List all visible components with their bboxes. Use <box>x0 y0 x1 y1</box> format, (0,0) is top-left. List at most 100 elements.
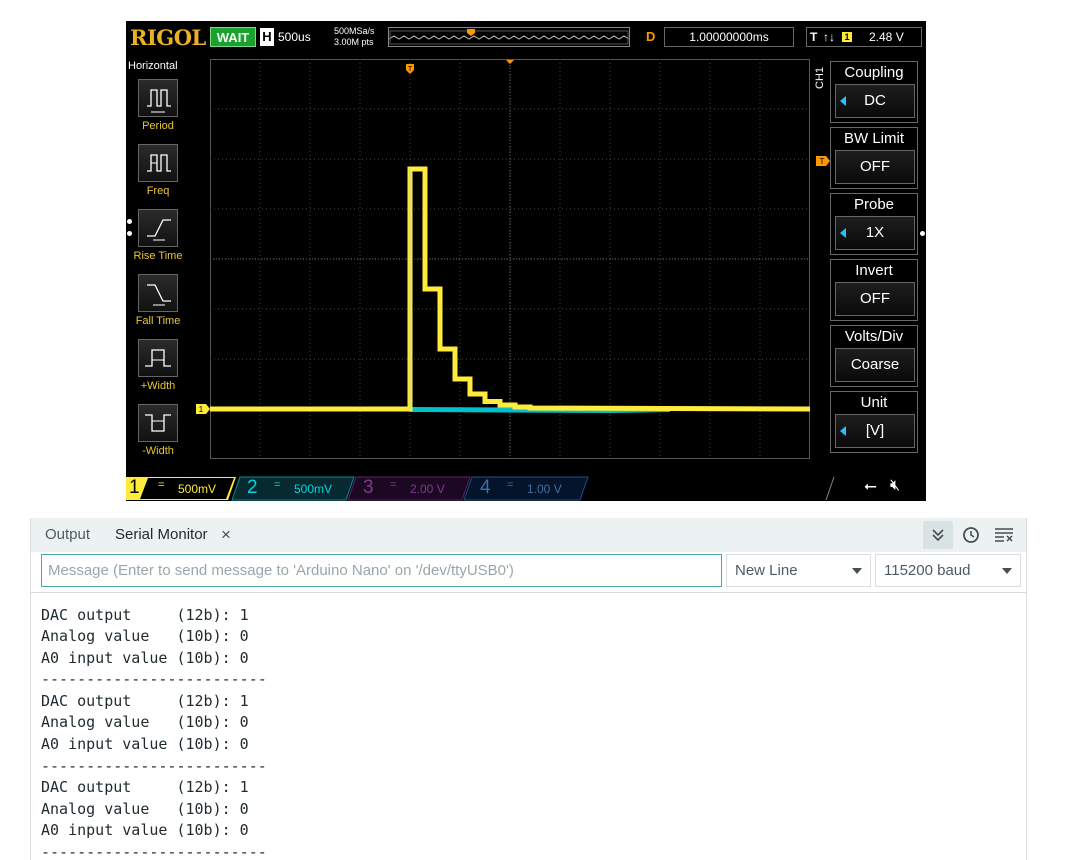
close-icon[interactable]: × <box>221 525 231 545</box>
menu-title: BW Limit <box>844 130 904 147</box>
rise-time-icon <box>138 209 178 247</box>
output-line: Analog value (10b): 0 <box>41 800 249 818</box>
speaker-mute-icon[interactable]: 🔇︎ <box>890 477 900 495</box>
run-status-badge: WAIT <box>210 27 256 47</box>
acquisition-info: 500MSa/s 3.00M pts <box>334 26 386 50</box>
measure-freq[interactable]: Freq <box>126 144 190 204</box>
output-line: ------------------------- <box>41 757 267 775</box>
trigger-info: T ↑↓ 1 2.48 V <box>806 27 922 47</box>
ch1-ground-marker <box>196 404 210 414</box>
channel-1-coupling: = <box>158 479 165 491</box>
delay-value: 1.00000000ms <box>664 27 794 47</box>
panel-tab-bar: Output Serial Monitor × <box>31 518 1026 552</box>
menu-page-dot <box>920 231 925 236</box>
measure-rise-time[interactable]: Rise Time <box>126 209 190 269</box>
trigger-marker-label: T <box>408 66 413 73</box>
memory-overview-waveform <box>388 29 630 45</box>
timestamp-toggle-button[interactable] <box>959 523 983 547</box>
measure-label: -Width <box>142 445 174 457</box>
output-line: Analog value (10b): 0 <box>41 713 249 731</box>
output-line: Analog value (10b): 0 <box>41 627 249 645</box>
menu-value-text: 1X <box>865 224 885 241</box>
period-icon <box>138 79 178 117</box>
measure-pos-width[interactable]: +Width <box>126 339 190 399</box>
measure-neg-width[interactable]: -Width <box>126 404 190 464</box>
channel-2-number[interactable]: 2 <box>247 477 258 499</box>
menu-value-text: OFF <box>860 158 890 175</box>
usb-icon: ⭠ <box>864 478 877 495</box>
horizontal-tag: H <box>260 28 274 46</box>
message-input[interactable] <box>41 554 722 587</box>
channel-1-scale: 500mV <box>178 482 217 496</box>
memory-overview-bar <box>388 27 630 47</box>
ch1-trace <box>210 166 810 412</box>
menu-value: 1X <box>835 216 915 250</box>
menu-title: Invert <box>855 262 893 279</box>
tab-serial-monitor[interactable]: Serial Monitor <box>115 526 208 543</box>
channel-2-scale: 500mV <box>294 482 333 496</box>
horizontal-measure-menu: Horizontal Period Freq Rise Time Fall Ti… <box>126 58 190 473</box>
measure-label: Fall Time <box>135 315 181 327</box>
channel-menu-label: CH1 <box>814 66 826 89</box>
volts-div-menu[interactable]: Volts/Div Coarse <box>830 325 918 387</box>
bw-limit-menu[interactable]: BW Limit OFF <box>830 127 918 189</box>
probe-menu[interactable]: Probe 1X <box>830 193 918 255</box>
menu-value: [V] <box>835 414 915 448</box>
channel-3-scale: 2.00 V <box>410 482 445 496</box>
ch1-ground-label: 1 <box>199 405 204 414</box>
horizontal-menu-title: Horizontal <box>128 60 178 72</box>
channel-4-number[interactable]: 4 <box>480 477 491 499</box>
memory-depth: 3.00M pts <box>334 37 374 47</box>
channel-4-scale: 1.00 V <box>527 482 562 496</box>
menu-title: Unit <box>860 394 888 411</box>
delay-tag: D <box>646 29 656 44</box>
trigger-source: 1 <box>842 32 852 42</box>
coupling-menu[interactable]: Coupling DC <box>830 61 918 123</box>
channel-status-bar: 1 = 500mV 2 = 500mV 3 = 2.00 V 4 = 1.00 … <box>126 476 926 501</box>
output-line: ------------------------- <box>41 843 267 860</box>
menu-value: DC <box>835 84 915 118</box>
dropdown-caret-icon <box>852 568 862 574</box>
baud-rate-select[interactable]: 115200 baud <box>875 554 1021 587</box>
dropdown-caret-icon <box>1002 568 1012 574</box>
menu-value: OFF <box>835 282 915 316</box>
menu-page-dot <box>127 219 132 224</box>
menu-value-text: [V] <box>865 422 885 439</box>
trigger-level-marker-tip <box>820 157 828 166</box>
measure-fall-time[interactable]: Fall Time <box>126 274 190 334</box>
clear-output-button[interactable] <box>991 523 1017 547</box>
menu-value-text: Coarse <box>850 356 900 373</box>
menu-value-text: OFF <box>860 290 890 307</box>
output-line: A0 input value (10b): 0 <box>41 735 249 753</box>
line-ending-value: New Line <box>735 562 798 579</box>
trigger-tag: T <box>810 30 818 44</box>
output-line: DAC output (12b): 1 <box>41 778 249 796</box>
measure-label: Period <box>142 120 174 132</box>
clear-list-icon <box>995 528 1013 542</box>
channel-3-number[interactable]: 3 <box>363 477 374 499</box>
menu-page-dot <box>127 231 132 236</box>
autoscroll-toggle-button[interactable] <box>923 521 953 549</box>
channel-1-number[interactable]: 1 <box>129 477 140 499</box>
trigger-level-label: T <box>820 157 825 166</box>
output-line: A0 input value (10b): 0 <box>41 649 249 667</box>
chevrons-down-icon <box>932 529 944 542</box>
select-arrow-icon <box>840 96 846 106</box>
clock-icon <box>963 527 979 543</box>
invert-menu[interactable]: Invert OFF <box>830 259 918 321</box>
measure-label: +Width <box>140 380 176 392</box>
serial-output-area[interactable]: DAC output (12b): 1 Analog value (10b): … <box>31 592 1026 860</box>
freq-icon <box>138 144 178 182</box>
menu-value: Coarse <box>835 348 915 382</box>
measure-period[interactable]: Period <box>126 79 190 139</box>
trigger-edge-icon: ↑↓ <box>823 30 835 44</box>
menu-value: OFF <box>835 150 915 184</box>
line-ending-select[interactable]: New Line <box>726 554 871 587</box>
trigger-level: 2.48 V <box>869 30 904 44</box>
tab-output[interactable]: Output <box>45 526 90 543</box>
unit-menu[interactable]: Unit [V] <box>830 391 918 453</box>
select-arrow-icon <box>840 228 846 238</box>
menu-title: Volts/Div <box>844 328 904 345</box>
brand-logo: RIGOL <box>130 25 206 50</box>
oscilloscope-screen: RIGOL WAIT H 500us 500MSa/s 3.00M pts D … <box>126 21 926 501</box>
